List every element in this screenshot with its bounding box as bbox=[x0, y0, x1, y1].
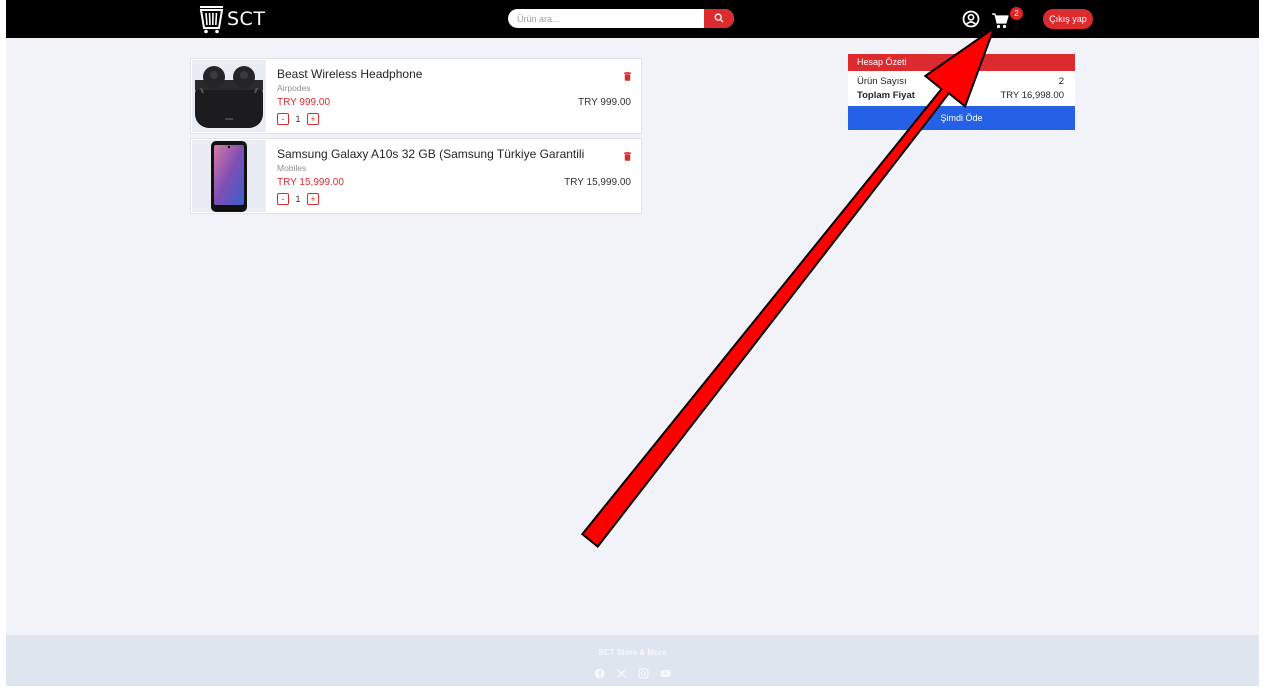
cart-count-badge: 2 bbox=[1010, 7, 1023, 20]
product-category: Airpodes bbox=[277, 83, 311, 93]
footer-title: SCT Store & More bbox=[598, 648, 667, 657]
search-button[interactable] bbox=[704, 9, 734, 28]
instagram-icon[interactable] bbox=[638, 666, 649, 679]
summary-item-count-row: Ürün Sayısı 2 bbox=[848, 74, 1075, 88]
search-input[interactable] bbox=[508, 9, 704, 28]
cart-button[interactable]: 2 bbox=[991, 7, 1023, 32]
logout-button[interactable]: Çıkış yap bbox=[1043, 9, 1093, 29]
search-icon bbox=[714, 10, 724, 28]
product-line-total: TRY 999.00 bbox=[577, 97, 631, 108]
item-count-value: 2 bbox=[1058, 75, 1064, 87]
item-count-label: Ürün Sayısı bbox=[857, 75, 907, 87]
order-summary: Hesap Özeti Ürün Sayısı 2 Toplam Fiyat T… bbox=[848, 54, 1075, 130]
x-icon[interactable] bbox=[616, 666, 627, 678]
decrease-quantity-button[interactable]: - bbox=[277, 193, 289, 205]
increase-quantity-button[interactable]: + bbox=[307, 113, 319, 125]
page-frame: SCT Ürün ara... 2 Çıkış yap Beast Wirele… bbox=[6, 0, 1259, 686]
user-circle-icon[interactable] bbox=[961, 9, 981, 29]
basket-logo-icon bbox=[198, 4, 225, 34]
product-unit-price: TRY 999.00 bbox=[277, 97, 331, 108]
footer: SCT Store & More bbox=[6, 635, 1259, 686]
youtube-icon[interactable] bbox=[660, 666, 671, 677]
product-unit-price: TRY 15,999.00 bbox=[277, 177, 344, 188]
total-price-label: Toplam Fiyat bbox=[857, 89, 915, 101]
cart-item: Samsung Galaxy A10s 32 GB (Samsung Türki… bbox=[190, 138, 642, 214]
navbar: SCT Ürün ara... 2 Çıkış yap bbox=[6, 0, 1259, 38]
summary-title: Hesap Özeti bbox=[848, 54, 1075, 71]
quantity-value: 1 bbox=[295, 114, 301, 124]
decrease-quantity-button[interactable]: - bbox=[277, 113, 289, 125]
facebook-icon[interactable] bbox=[594, 666, 605, 679]
total-price-value: TRY 16,998.00 bbox=[1000, 89, 1064, 101]
product-image-headphone[interactable] bbox=[192, 60, 266, 132]
increase-quantity-button[interactable]: + bbox=[307, 193, 319, 205]
trash-icon[interactable] bbox=[624, 68, 631, 81]
product-image-phone[interactable] bbox=[192, 140, 266, 212]
product-category: Mobiles bbox=[277, 163, 307, 173]
product-title[interactable]: Beast Wireless Headphone bbox=[277, 67, 422, 81]
quantity-value: 1 bbox=[295, 194, 301, 204]
brand-name: SCT bbox=[227, 8, 266, 30]
brand-link[interactable]: SCT bbox=[198, 4, 265, 34]
product-line-total: TRY 15,999.00 bbox=[564, 177, 631, 188]
pay-now-button[interactable]: Şimdi Öde bbox=[848, 106, 1075, 130]
product-title[interactable]: Samsung Galaxy A10s 32 GB (Samsung Türki… bbox=[277, 147, 584, 161]
quantity-stepper: - 1 + bbox=[277, 193, 319, 205]
quantity-stepper: - 1 + bbox=[277, 113, 319, 125]
summary-total-row: Toplam Fiyat TRY 16,998.00 bbox=[848, 88, 1075, 102]
social-links bbox=[6, 666, 1259, 679]
trash-icon[interactable] bbox=[624, 148, 631, 161]
cart-item: Beast Wireless Headphone Airpodes TRY 99… bbox=[190, 58, 642, 134]
search-bar bbox=[508, 9, 734, 28]
